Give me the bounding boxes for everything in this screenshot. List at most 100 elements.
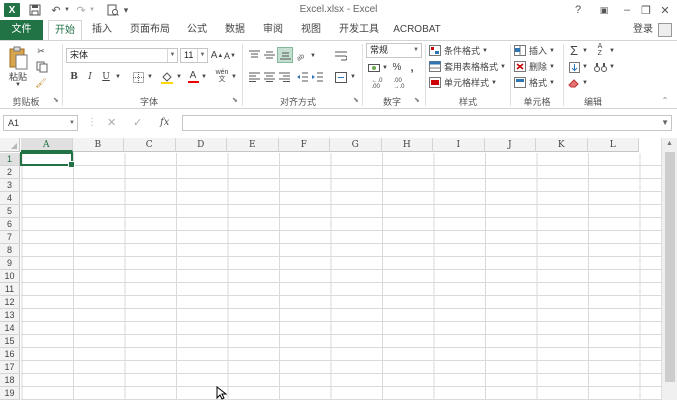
font-size-select[interactable]: 11 ▼ (180, 48, 208, 63)
wrap-text-icon[interactable] (333, 48, 349, 62)
copy-icon[interactable] (34, 60, 52, 74)
row-header-17[interactable]: 17 (0, 361, 20, 374)
fill-color-icon[interactable] (160, 70, 174, 84)
format-painter-icon[interactable]: 🖌 (34, 76, 48, 90)
increase-indent-icon[interactable] (310, 70, 324, 84)
fill-color-dropdown-icon[interactable]: ▼ (175, 72, 183, 82)
column-header-l[interactable]: L (587, 138, 639, 152)
align-middle-icon[interactable] (262, 48, 276, 62)
align-right-icon[interactable] (277, 70, 291, 84)
scroll-up-icon[interactable]: ▲ (666, 140, 673, 147)
row-header-13[interactable]: 13 (0, 309, 20, 322)
sort-filter-icon[interactable]: AZ (592, 43, 608, 57)
accounting-format-icon[interactable] (367, 61, 381, 74)
column-header-i[interactable]: I (433, 138, 485, 152)
row-header-10[interactable]: 10 (0, 270, 20, 283)
phonetic-button[interactable]: wén 文 (215, 68, 229, 83)
orientation-dropdown-icon[interactable]: ▼ (309, 51, 317, 61)
row-header-19[interactable]: 19 (0, 387, 20, 400)
grow-font-button[interactable]: A ▲ (211, 48, 224, 63)
row-header-5[interactable]: 5 (0, 205, 20, 218)
tab-formulas[interactable]: 公式 (181, 20, 213, 40)
cell-area[interactable] (21, 153, 661, 400)
formula-bar-grip-icon[interactable]: ⋮ (87, 117, 97, 128)
decrease-decimal-icon[interactable]: .00 →.0 (390, 77, 408, 90)
clipboard-launcher-icon[interactable]: ⬊ (53, 97, 61, 105)
merge-dropdown-icon[interactable]: ▼ (349, 72, 357, 82)
column-header-e[interactable]: E (227, 138, 279, 152)
sort-filter-dropdown-icon[interactable]: ▼ (608, 46, 616, 56)
font-color-dropdown-icon[interactable]: ▼ (200, 72, 208, 82)
row-header-2[interactable]: 2 (0, 166, 20, 179)
fill-dropdown-icon[interactable]: ▼ (581, 62, 589, 72)
column-header-c[interactable]: C (124, 138, 176, 152)
row-header-8[interactable]: 8 (0, 244, 20, 257)
vertical-scrollbar[interactable]: ▲ (661, 138, 677, 400)
expand-formula-icon[interactable]: ▼ (661, 116, 669, 130)
delete-cells-button[interactable]: 删除 ▼ (514, 60, 562, 73)
restore-icon[interactable]: ❐ (638, 2, 654, 18)
ribbon-display-icon[interactable]: ▣ (596, 2, 612, 18)
help-icon[interactable]: ? (570, 2, 586, 18)
tab-developer[interactable]: 开发工具 (333, 20, 385, 40)
select-all-button[interactable] (0, 138, 20, 152)
row-header-1[interactable]: 1 (0, 153, 20, 166)
row-header-4[interactable]: 4 (0, 192, 20, 205)
column-header-g[interactable]: G (330, 138, 382, 152)
accounting-dropdown-icon[interactable]: ▼ (381, 63, 389, 73)
borders-dropdown-icon[interactable]: ▼ (146, 72, 154, 82)
column-header-k[interactable]: K (536, 138, 588, 152)
row-header-12[interactable]: 12 (0, 296, 20, 309)
column-header-h[interactable]: H (381, 138, 433, 152)
insert-cells-button[interactable]: 插入 ▼ (514, 44, 562, 57)
chevron-down-icon[interactable]: ▼ (67, 116, 77, 130)
row-header-7[interactable]: 7 (0, 231, 20, 244)
align-top-icon[interactable] (247, 48, 261, 62)
worksheet-grid[interactable]: ABCDEFGHIJKL 1 2 3 4 5 6 7 8 9 10 11 12 13 14 15 16 17 18… (0, 138, 677, 400)
format-as-table-button[interactable]: 套用表格格式 ▼ (429, 60, 511, 73)
shrink-font-button[interactable]: A ▼ (224, 48, 236, 63)
chevron-down-icon[interactable]: ▼ (197, 49, 207, 62)
alignment-launcher-icon[interactable]: ⬊ (353, 97, 361, 105)
find-select-icon[interactable] (592, 60, 608, 74)
align-center-icon[interactable] (262, 70, 276, 84)
phonetic-dropdown-icon[interactable]: ▼ (230, 72, 238, 82)
underline-button[interactable]: U (99, 70, 113, 84)
tab-acrobat[interactable]: ACROBAT (392, 20, 442, 40)
clear-dropdown-icon[interactable]: ▼ (581, 78, 589, 88)
clear-icon[interactable] (567, 76, 581, 90)
percent-button[interactable]: % (391, 61, 403, 74)
format-cells-button[interactable]: 格式 ▼ (514, 76, 562, 89)
tab-file[interactable]: 文件 (0, 20, 43, 40)
row-header-16[interactable]: 16 (0, 348, 20, 361)
column-header-j[interactable]: J (484, 138, 536, 152)
increase-decimal-icon[interactable]: ←.0.00 (368, 77, 386, 90)
column-header-a[interactable]: A (21, 138, 73, 152)
bold-button[interactable]: B (67, 70, 81, 84)
row-header-9[interactable]: 9 (0, 257, 20, 270)
tab-view[interactable]: 视图 (295, 20, 327, 40)
number-launcher-icon[interactable]: ⬊ (414, 97, 422, 105)
conditional-format-button[interactable]: 条件格式 ▼ (429, 44, 507, 57)
underline-dropdown-icon[interactable]: ▼ (114, 72, 122, 82)
name-box[interactable]: A1 ▼ (3, 115, 78, 131)
comma-button[interactable]: , (406, 61, 418, 74)
column-header-f[interactable]: F (278, 138, 330, 152)
column-header-d[interactable]: D (175, 138, 227, 152)
borders-icon[interactable] (131, 70, 145, 84)
font-launcher-icon[interactable]: ⬊ (232, 97, 240, 105)
italic-button[interactable]: I (83, 70, 97, 84)
cell-styles-button[interactable]: 单元格样式 ▼ (429, 76, 507, 89)
row-header-18[interactable]: 18 (0, 374, 20, 387)
paste-button[interactable] (6, 44, 30, 72)
chevron-down-icon[interactable]: ▼ (167, 49, 177, 62)
row-header-15[interactable]: 15 (0, 335, 20, 348)
fill-icon[interactable] (567, 60, 581, 74)
row-header-14[interactable]: 14 (0, 322, 20, 335)
collapse-ribbon-icon[interactable]: ⌃ (659, 95, 671, 105)
cut-icon[interactable]: ✂ (34, 44, 48, 58)
font-color-button[interactable]: A (186, 69, 200, 84)
column-header-b[interactable]: B (72, 138, 124, 152)
enter-formula-button[interactable]: ✓ (133, 115, 142, 131)
cancel-formula-button[interactable]: ✕ (107, 115, 116, 131)
